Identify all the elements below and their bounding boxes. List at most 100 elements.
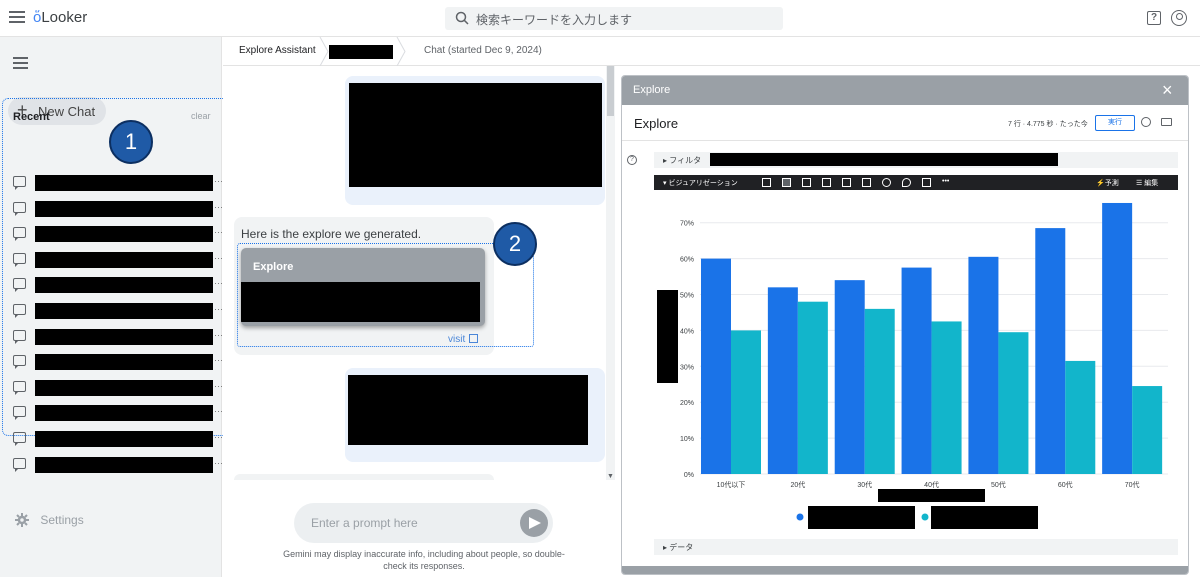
breadcrumb-chat: Chat (started Dec 9, 2024): [424, 45, 542, 56]
hamburger-icon[interactable]: [9, 11, 25, 25]
pie-chart-icon[interactable]: [882, 178, 891, 187]
x-tick-label: 40代: [924, 480, 939, 489]
bar-series-1[interactable]: [1035, 228, 1066, 474]
bar-series-2[interactable]: [931, 321, 962, 474]
bar-series-1[interactable]: [968, 256, 999, 474]
more-icon[interactable]: ⋯: [214, 278, 223, 289]
assistant-message-bubble: [234, 474, 494, 480]
more-icon[interactable]: •••: [942, 178, 949, 185]
bar-series-1[interactable]: [701, 258, 731, 474]
breadcrumb-explore-assistant[interactable]: Explore Assistant: [239, 45, 316, 56]
redacted-legend-label[interactable]: [808, 506, 915, 529]
recent-chat-item[interactable]: ⋯: [13, 328, 223, 346]
edit-button[interactable]: ☰ 編集: [1136, 178, 1158, 188]
more-icon[interactable]: ⋯: [214, 355, 223, 366]
more-icon[interactable]: ⋯: [214, 304, 223, 315]
more-icon[interactable]: ⋯: [214, 381, 223, 392]
more-icon[interactable]: ⋯: [214, 176, 223, 187]
recent-chat-item[interactable]: ⋯: [13, 226, 223, 243]
recent-chat-item[interactable]: ⋯: [13, 303, 223, 320]
folder-icon[interactable]: [1161, 118, 1172, 126]
redacted-chat-title: [35, 277, 213, 294]
bar-chart-icon[interactable]: [802, 178, 811, 187]
recent-chat-item[interactable]: ⋯: [13, 175, 223, 192]
recent-chat-item[interactable]: ⋯: [13, 277, 223, 294]
explore-panel-header: Explore ×: [622, 76, 1188, 105]
chat-bubble-icon: [13, 252, 26, 267]
more-icon[interactable]: ⋯: [214, 432, 223, 443]
clear-history-link[interactable]: clear: [191, 111, 211, 121]
bar-series-1[interactable]: [834, 280, 865, 474]
bar-series-2[interactable]: [864, 308, 895, 474]
area-chart-icon[interactable]: [862, 178, 871, 187]
chat-bubble-icon: [13, 201, 26, 216]
more-icon[interactable]: ⋯: [214, 253, 223, 264]
bar-series-2[interactable]: [1132, 386, 1163, 474]
gear-icon[interactable]: [1141, 117, 1151, 127]
bar-series-2[interactable]: [731, 330, 761, 474]
more-icon[interactable]: ⋯: [214, 227, 223, 238]
chat-bubble-icon: [13, 355, 26, 370]
recent-chat-item[interactable]: ⋯: [13, 251, 223, 269]
scrollbar-thumb[interactable]: [607, 66, 614, 116]
send-button[interactable]: [520, 509, 548, 537]
forecast-button[interactable]: ⚡予測: [1096, 178, 1119, 188]
recent-chat-item[interactable]: ⋯: [13, 431, 223, 448]
y-tick-label: 10%: [680, 436, 694, 443]
settings-button[interactable]: Settings: [15, 513, 84, 527]
chat-bubble-icon: [13, 406, 26, 421]
search-bar[interactable]: 検索キーワードを入力します: [445, 7, 783, 30]
chat-scrollbar[interactable]: ▼: [606, 66, 615, 480]
help-icon[interactable]: ?: [1147, 11, 1161, 25]
visualization-toolbar[interactable]: ▾ ビジュアリゼーション ••• ⚡予測 ☰ 編集: [654, 175, 1178, 190]
visit-link[interactable]: visit: [448, 334, 479, 345]
line-chart-icon[interactable]: [842, 178, 851, 187]
y-tick-label: 50%: [680, 293, 694, 300]
more-icon[interactable]: ⋯: [214, 202, 223, 213]
more-icon[interactable]: ⋯: [214, 458, 223, 469]
bar-series-1[interactable]: [767, 287, 798, 474]
query-meta: 7 行 · 4.775 秒 · たった今: [1008, 121, 1088, 128]
more-icon[interactable]: ⋯: [214, 330, 223, 341]
recent-chat-item[interactable]: ⋯: [13, 379, 223, 397]
redacted-chat-title: [35, 431, 213, 447]
single-value-icon[interactable]: [922, 178, 931, 187]
data-section[interactable]: ▸ データ: [654, 539, 1178, 555]
recent-chat-item[interactable]: ⋯: [13, 200, 223, 218]
bar-series-2[interactable]: [797, 301, 828, 474]
bar-series-2[interactable]: [1065, 360, 1096, 474]
breadcrumb: Explore Assistant Chat (started Dec 9, 2…: [223, 37, 1200, 66]
filter-section[interactable]: ▸ フィルタ: [654, 152, 1178, 168]
prompt-input[interactable]: Enter a prompt here: [294, 503, 553, 543]
bar-series-1[interactable]: [1102, 202, 1133, 474]
looker-logo[interactable]: ὅLooker: [33, 9, 87, 26]
top-bar: ὅLooker 検索キーワードを入力します ?: [0, 0, 1200, 37]
sidebar-menu-icon[interactable]: [13, 57, 28, 69]
map-pin-icon[interactable]: [902, 178, 911, 187]
recent-chat-item[interactable]: ⋯: [13, 405, 223, 422]
bar-series-1[interactable]: [901, 267, 932, 474]
breadcrumb-redacted[interactable]: [329, 45, 393, 59]
visualization-label: ▾ ビジュアリゼーション: [663, 180, 738, 187]
redacted-message: [348, 375, 588, 445]
redacted-legend-label[interactable]: [931, 506, 1038, 529]
x-tick-label: 70代: [1125, 480, 1140, 489]
more-icon[interactable]: ⋯: [214, 406, 223, 417]
table-icon[interactable]: [762, 178, 771, 187]
annotation-badge-1: 1: [109, 120, 153, 164]
close-icon[interactable]: ×: [1162, 80, 1173, 101]
redacted-chat-title: [35, 200, 213, 217]
recent-chat-item[interactable]: ⋯: [13, 456, 223, 474]
y-tick-label: 20%: [680, 400, 694, 407]
bar-series-2[interactable]: [998, 332, 1029, 474]
column-chart-icon[interactable]: [782, 178, 791, 187]
help-icon[interactable]: ?: [627, 155, 637, 165]
scatter-icon[interactable]: [822, 178, 831, 187]
search-icon: [455, 11, 469, 25]
explore-panel-header-title: Explore: [633, 84, 671, 96]
scroll-down-icon[interactable]: ▼: [607, 473, 614, 480]
account-icon[interactable]: [1171, 10, 1187, 26]
x-tick-label: 10代以下: [717, 480, 746, 489]
recent-chat-item[interactable]: ⋯: [13, 354, 223, 371]
run-button[interactable]: 実行: [1095, 115, 1135, 131]
